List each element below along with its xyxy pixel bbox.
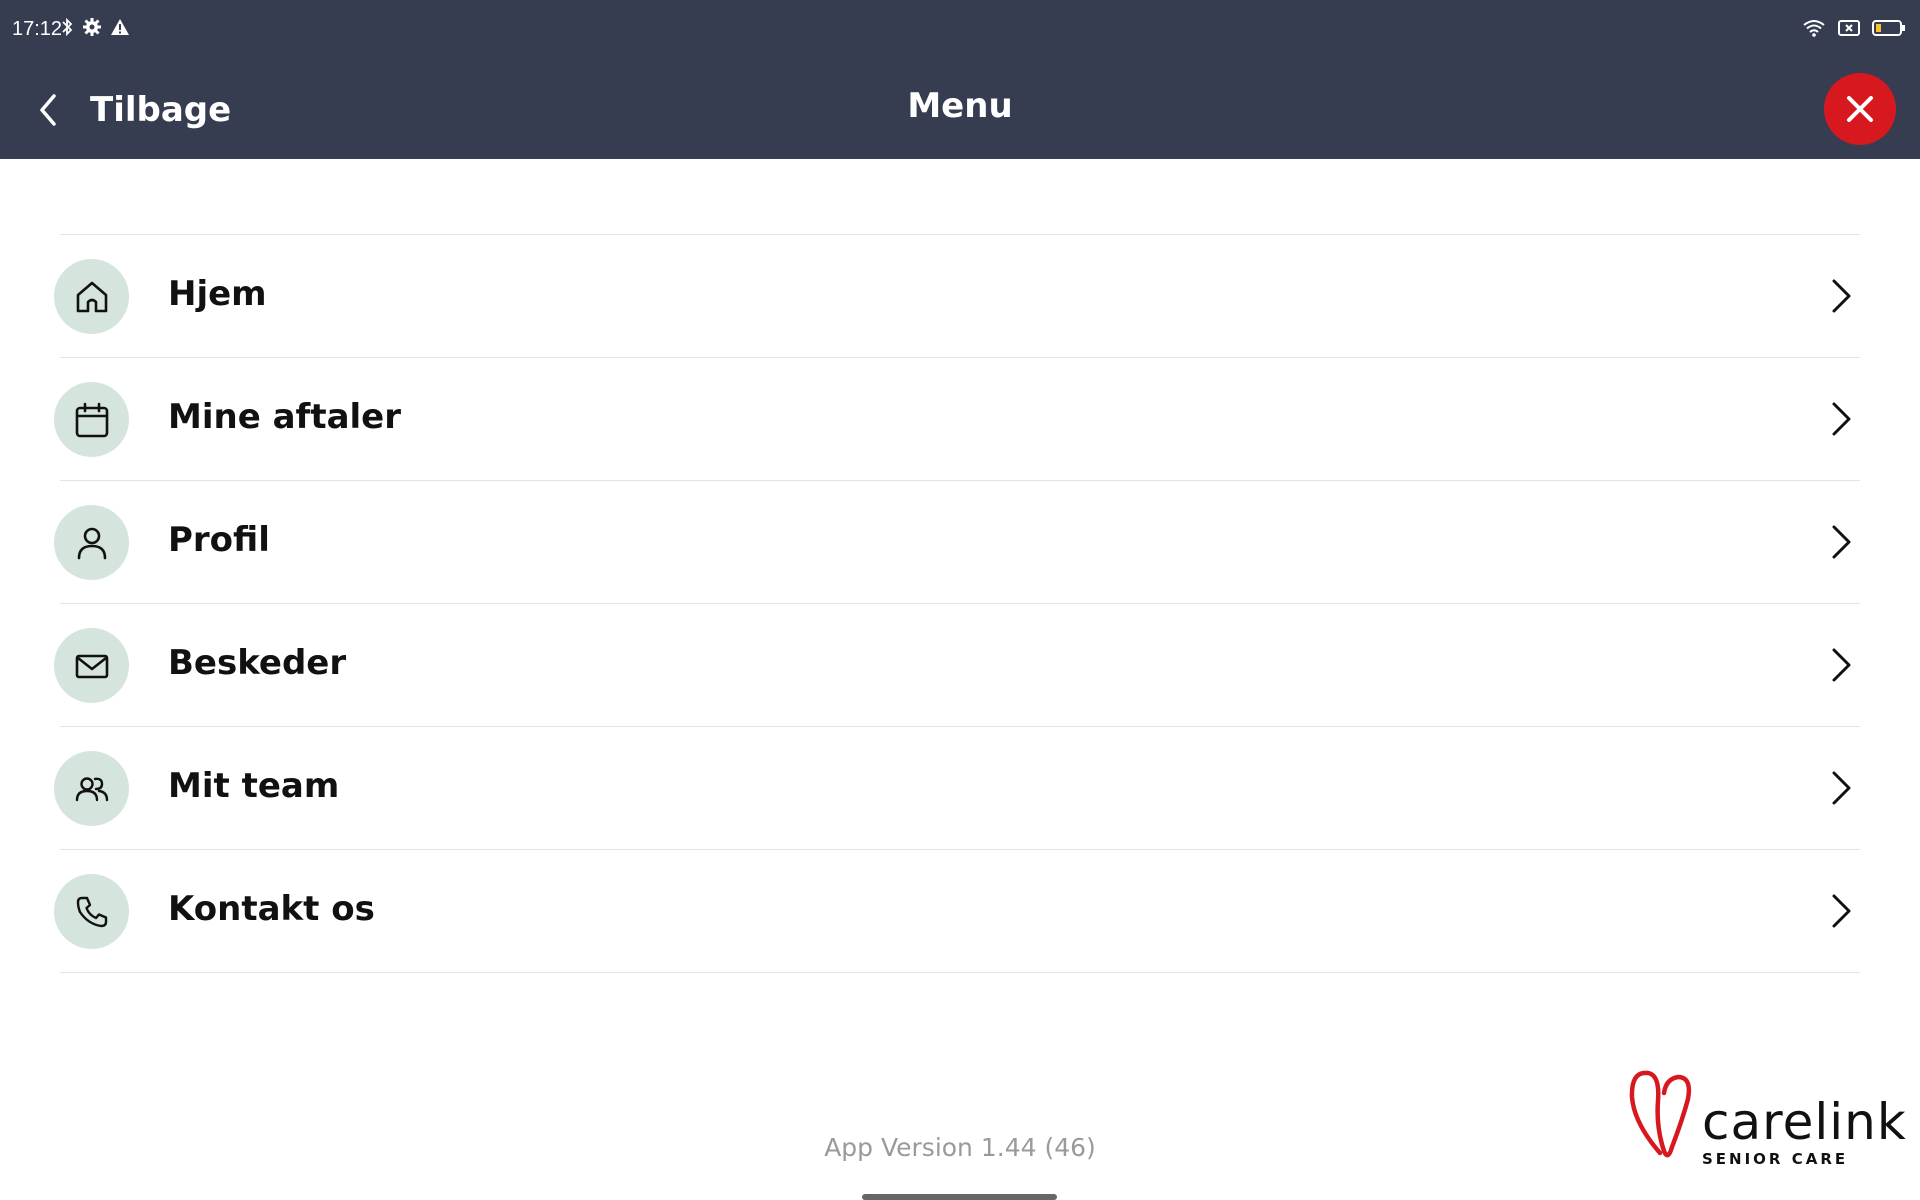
menu-item-kontakt-os[interactable]: Kontakt os [54,850,1860,973]
battery-icon [1872,20,1905,36]
back-button[interactable]: Tilbage [34,80,231,140]
menu-item-label: Kontakt os [168,889,375,929]
close-icon [1847,96,1873,122]
phone-icon [54,874,129,949]
menu-item-label: Profil [168,520,270,560]
menu-item-mine-aftaler[interactable]: Mine aftaler [54,358,1860,481]
menu-list: Hjem Mine aftaler Profil Beskeder Mit te… [54,234,1860,973]
chevron-right-icon [1832,894,1851,928]
calendar-icon [54,382,129,457]
back-label: Tilbage [90,90,232,130]
logo-subtitle: SENIOR CARE [1702,1150,1849,1168]
menu-item-label: Hjem [168,274,267,314]
status-icons-left [60,17,130,37]
team-icon [54,751,129,826]
menu-item-label: Mit team [168,766,340,806]
wifi-icon [1803,20,1825,37]
chevron-right-icon [1832,279,1851,313]
mail-icon [54,628,129,703]
chevron-right-icon [1832,525,1851,559]
status-icons-right [1802,18,1906,38]
chevron-left-icon [40,94,56,126]
close-button[interactable] [1824,73,1896,145]
sim-icon [1838,20,1860,36]
menu-item-label: Beskeder [168,643,347,683]
chevron-right-icon [1832,402,1851,436]
menu-item-mit-team[interactable]: Mit team [54,727,1860,850]
page-title: Menu [907,86,1013,126]
bluetooth-icon [62,17,73,37]
home-indicator[interactable] [862,1194,1057,1200]
chevron-right-icon [1832,771,1851,805]
user-icon [54,505,129,580]
logo-word: carelink [1702,1093,1907,1151]
heart-logo-icon [1629,1070,1692,1158]
status-bar: 17:12 [0,0,1920,60]
settings-icon [83,18,101,36]
top-bar: 17:12 Tilbage Menu [0,0,1920,159]
status-time: 17:12 [12,18,63,40]
menu-item-label: Mine aftaler [168,397,402,437]
warning-icon [111,19,129,35]
menu-item-hjem[interactable]: Hjem [54,235,1860,358]
carelink-logo: carelink SENIOR CARE [1626,1063,1906,1173]
home-icon [54,259,129,334]
menu-item-beskeder[interactable]: Beskeder [54,604,1860,727]
menu-item-profil[interactable]: Profil [54,481,1860,604]
chevron-right-icon [1832,648,1851,682]
nav-bar: Tilbage Menu [0,60,1920,159]
